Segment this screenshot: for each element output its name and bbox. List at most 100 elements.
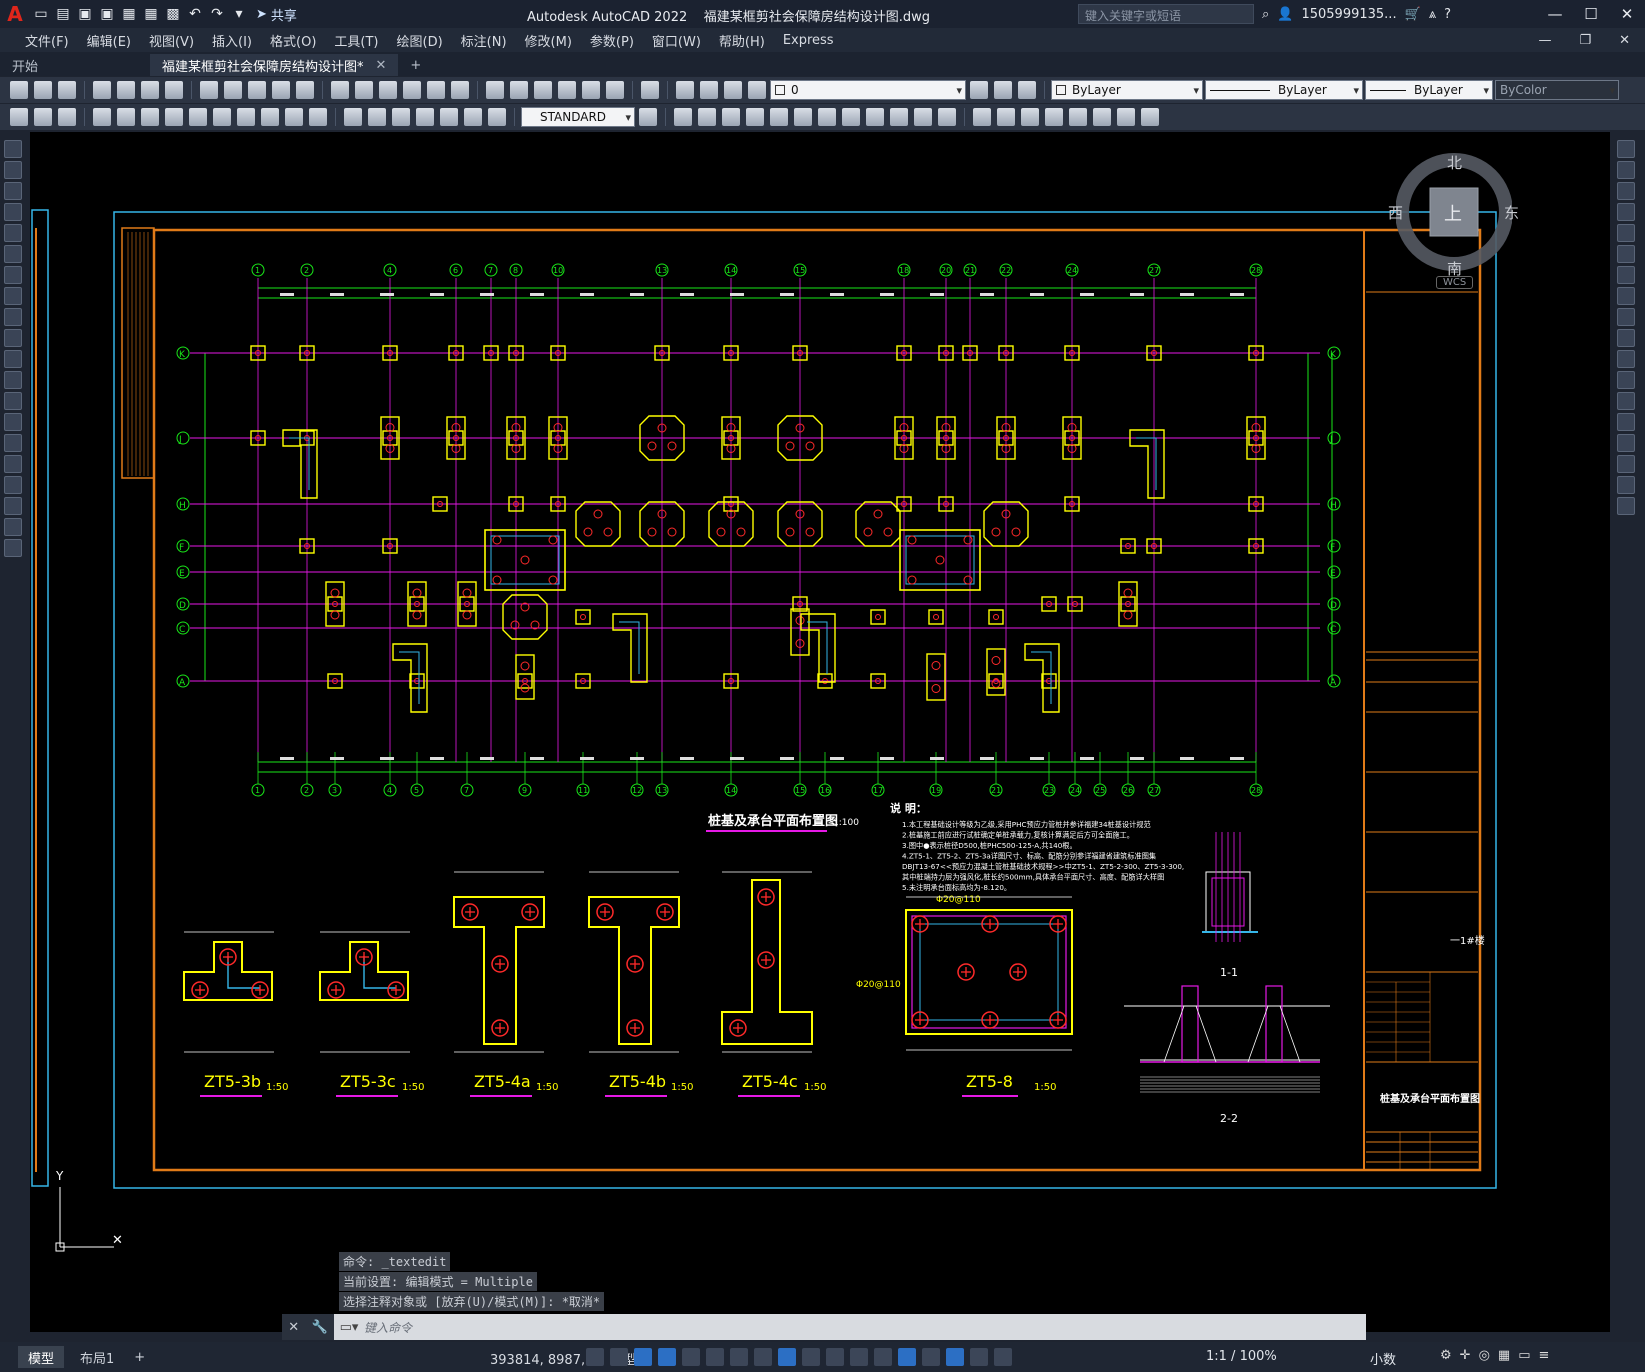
menu-dimension[interactable]: 标注(N) [461, 31, 507, 50]
doc-minimize-icon[interactable]: — [1538, 33, 1551, 48]
make-block-icon[interactable] [4, 392, 22, 410]
tab-close-icon[interactable]: ✕ [376, 58, 387, 73]
polygon-icon[interactable] [4, 203, 22, 221]
new-tab-button[interactable]: + [398, 54, 433, 76]
ellipse-icon[interactable] [4, 329, 22, 347]
tolerance-icon[interactable] [344, 108, 362, 126]
modify-chamfer-icon[interactable] [973, 108, 991, 126]
wcs-menu[interactable]: WCS [1436, 276, 1474, 289]
selection-cycling-icon[interactable] [850, 1348, 868, 1366]
annotation-scale[interactable]: 1:1 / 100% [1206, 1349, 1277, 1364]
menu-modify[interactable]: 修改(M) [525, 31, 572, 50]
annotation-visibility-icon[interactable] [946, 1348, 964, 1366]
customize-icon[interactable]: 🔧 [312, 1320, 328, 1335]
drawing-canvas[interactable]: 一1#楼 桩基及承台平面布置图 K KJ JH HF FE ED DC CA A1 2 4 6 7 8 10… [30, 132, 1610, 1332]
extend-icon[interactable] [1617, 350, 1635, 368]
autocad-logo-icon[interactable]: A [0, 0, 30, 28]
customization-icon[interactable]: ≡ [1539, 1348, 1550, 1363]
break-point-icon[interactable] [1617, 371, 1635, 389]
tab-model[interactable]: 模型 [18, 1346, 65, 1368]
pan-icon[interactable] [379, 81, 397, 99]
help-icon[interactable] [641, 81, 659, 99]
dim-jogged-icon[interactable] [141, 108, 159, 126]
polar-icon[interactable] [658, 1348, 676, 1366]
menu-insert[interactable]: 插入(I) [212, 31, 252, 50]
hardware-acceleration-icon[interactable]: ▦ [1498, 1348, 1510, 1363]
mtext-icon[interactable] [4, 518, 22, 536]
command-prompt-icon[interactable]: ▭▾ [334, 1320, 364, 1335]
dim-break-icon[interactable] [309, 108, 327, 126]
modify-explode-icon[interactable] [1021, 108, 1039, 126]
annotation-scale-icon[interactable] [994, 1348, 1012, 1366]
viewcube-top-face[interactable]: 上 [1444, 200, 1462, 226]
dynamic-ucs-icon[interactable] [754, 1348, 772, 1366]
modify-move-icon[interactable] [770, 108, 788, 126]
markup-icon[interactable] [582, 81, 600, 99]
layer-freeze-icon[interactable] [724, 81, 742, 99]
rotate-icon[interactable] [1617, 266, 1635, 284]
dim-text-edit-icon[interactable] [464, 108, 482, 126]
match-prop-icon[interactable] [272, 81, 290, 99]
tab-start[interactable]: 开始 [0, 54, 150, 76]
redo-icon[interactable]: ↷ [206, 3, 228, 25]
dim-edit-icon[interactable] [440, 108, 458, 126]
menu-tools[interactable]: 工具(T) [334, 31, 378, 50]
layer-on-icon[interactable] [700, 81, 718, 99]
viewcube-east[interactable]: 东 [1504, 202, 1519, 223]
modify-extend-icon[interactable] [890, 108, 908, 126]
erase-icon[interactable] [1617, 140, 1635, 158]
ortho-icon[interactable] [634, 1348, 652, 1366]
circle-icon[interactable] [4, 266, 22, 284]
break-icon[interactable] [1617, 392, 1635, 410]
drawing-viewport[interactable]: 一1#楼 桩基及承台平面布置图 K K J J H H F F E E D D C C A A 1 2 4 6 7 8 10… [30, 132, 1610, 1332]
plot-icon[interactable]: ▩ [162, 3, 184, 25]
modify-mirror-icon[interactable] [698, 108, 716, 126]
new-icon[interactable] [10, 81, 28, 99]
properties-icon[interactable] [486, 81, 504, 99]
inspect-icon[interactable] [392, 108, 410, 126]
revcloud-icon[interactable] [4, 287, 22, 305]
modify-fillet-icon[interactable] [997, 108, 1015, 126]
isolate-objects-icon[interactable]: ◎ [1479, 1348, 1490, 1363]
save-as-icon[interactable]: ▣ [96, 3, 118, 25]
calculator-icon[interactable] [606, 81, 624, 99]
dim-aligned-icon[interactable] [34, 108, 52, 126]
layer-manager-icon[interactable] [676, 81, 694, 99]
undo-icon[interactable]: ↶ [184, 3, 206, 25]
command-input[interactable]: 键入命令 [364, 1319, 412, 1336]
lineweight-dropdown[interactable]: ByLayer [1365, 80, 1493, 100]
2d-osnap-icon[interactable] [730, 1348, 748, 1366]
osnap-tracking-icon[interactable] [706, 1348, 724, 1366]
search-icon[interactable]: ⌕ [1262, 7, 1269, 22]
jogged-linear-icon[interactable] [416, 108, 434, 126]
share-button[interactable]: ➤ 共享 [256, 5, 297, 24]
dim-diameter-icon[interactable] [165, 108, 183, 126]
dim-radius-icon[interactable] [117, 108, 135, 126]
layer-state-icon[interactable] [1018, 81, 1036, 99]
modify-copy-icon[interactable] [674, 108, 692, 126]
table-icon[interactable] [4, 497, 22, 515]
plotstyle-dropdown[interactable]: ByColor [1495, 80, 1619, 100]
menu-file[interactable]: 文件(F) [25, 31, 69, 50]
zoom-window-icon[interactable] [427, 81, 445, 99]
menu-express[interactable]: Express [783, 33, 834, 48]
modify-break-icon[interactable] [914, 108, 932, 126]
save-icon[interactable] [58, 81, 76, 99]
line-icon[interactable] [4, 140, 22, 158]
dim-linear-icon[interactable] [10, 108, 28, 126]
menu-edit[interactable]: 编辑(E) [87, 31, 131, 50]
copy-icon[interactable] [1617, 161, 1635, 179]
rectangle-icon[interactable] [4, 224, 22, 242]
publish-icon[interactable] [141, 81, 159, 99]
quick-properties-icon[interactable]: ⚙ [1440, 1348, 1452, 1363]
viewcube-north[interactable]: 北 [1447, 152, 1462, 173]
selection-filter-icon[interactable] [898, 1348, 916, 1366]
plot-icon[interactable] [93, 81, 111, 99]
offset-icon[interactable] [1617, 203, 1635, 221]
grid-icon[interactable] [586, 1348, 604, 1366]
join-icon[interactable] [1617, 413, 1635, 431]
dim-quick-icon[interactable] [213, 108, 231, 126]
region-icon[interactable] [4, 476, 22, 494]
linetype-dropdown[interactable]: ByLayer [1205, 80, 1363, 100]
dim-space-icon[interactable] [285, 108, 303, 126]
